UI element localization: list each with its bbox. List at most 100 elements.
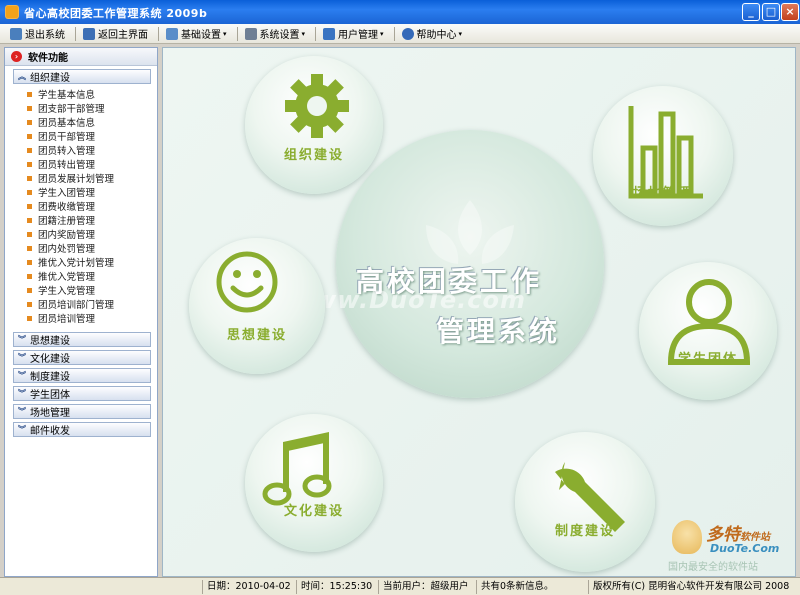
toolbar-separator <box>393 26 395 41</box>
status-time: 时间：15:25:30 <box>296 580 376 594</box>
bar-chart-icon <box>628 106 703 199</box>
sidebar-item[interactable]: 团支部干部管理 <box>27 101 157 115</box>
sidebar-item[interactable]: 学生基本信息 <box>27 87 157 101</box>
toolbar-separator <box>75 26 76 41</box>
sidebar-item[interactable]: 推优入党计划管理 <box>27 255 157 269</box>
help-center-menu[interactable]: 帮助中心 ▾ <box>398 25 467 43</box>
system-title-line2: 管理系统 <box>436 315 561 348</box>
module-culture-label: 文化建设 <box>283 504 344 519</box>
bullet-icon <box>27 231 32 237</box>
chevron-down-icon: ︾ <box>18 407 26 416</box>
sidebar: › 软件功能 ︽ 组织建设 学生基本信息 团支部干部管理 团员基本信息 团员干部管理团… <box>4 47 158 577</box>
status-user: 当前用户：超级用户 <box>378 580 473 594</box>
sidebar-group[interactable]: ︾ 文化建设 <box>13 350 151 365</box>
minimize-button[interactable]: _ <box>742 3 760 21</box>
sidebar-item[interactable]: 团员基本信息 <box>27 115 157 129</box>
module-system-button[interactable]: 制度建设 <box>515 432 655 572</box>
sidebar-item[interactable]: 团内奖励管理 <box>27 227 157 241</box>
toolbar-separator <box>315 26 317 41</box>
status-copyright: 版权所有(C) 昆明省心软件开发有限公司 2008 <box>588 580 793 594</box>
bullet-icon <box>27 91 32 97</box>
sidebar-item[interactable]: 团员发展计划管理 <box>27 171 157 185</box>
bullet-icon <box>27 217 32 223</box>
sidebar-group[interactable]: ︾ 思想建设 <box>13 332 151 347</box>
bullet-icon <box>27 133 32 139</box>
main-panel: 高校团委工作 管理系统 www.DuoTe.com 组织建设 场地管理 思想建设… <box>162 47 796 577</box>
sidebar-group[interactable]: ︾ 学生团体 <box>13 386 151 401</box>
module-thought-label: 思想建设 <box>226 328 287 343</box>
module-thought-button[interactable]: 思想建设 <box>189 238 325 374</box>
module-org-button[interactable]: 组织建设 <box>245 56 383 194</box>
music-note-icon <box>262 432 332 506</box>
status-date: 日期：2010-04-02 <box>202 580 295 594</box>
module-system-label: 制度建设 <box>554 524 615 539</box>
chevron-up-icon: ︽ <box>18 72 26 81</box>
bullet-icon <box>27 203 32 209</box>
toolbar-separator <box>236 26 238 41</box>
user-management-menu[interactable]: 用户管理 ▾ <box>319 25 388 43</box>
bullet-icon <box>27 175 32 181</box>
bullet-icon <box>27 273 32 279</box>
exit-icon <box>10 27 22 40</box>
sidebar-item[interactable]: 团籍注册管理 <box>27 213 157 227</box>
module-student-button[interactable]: 学生团体 <box>639 262 777 400</box>
bullet-icon <box>27 301 32 307</box>
sidebar-group[interactable]: ︾ 场地管理 <box>13 404 151 419</box>
chevron-down-icon: ▾ <box>223 29 227 38</box>
mascot-icon <box>672 520 702 554</box>
toolbar: 退出系统 返回主界面 基础设置 ▾ 系统设置 ▾ 用户管理 ▾ 帮助中心 ▾ <box>0 24 800 44</box>
sidebar-item[interactable]: 团内处罚管理 <box>27 241 157 255</box>
sidebar-group[interactable]: ︾ 邮件收发 <box>13 422 151 437</box>
status-bar: 日期：2010-04-02 时间：15:25:30 当前用户：超级用户 共有0条… <box>0 577 800 595</box>
module-org-label: 组织建设 <box>283 148 344 163</box>
help-icon <box>401 27 414 40</box>
app-icon <box>5 5 19 19</box>
maximize-button[interactable]: □ <box>762 3 780 21</box>
bullet-icon <box>27 189 32 195</box>
sidebar-group-org[interactable]: ︽ 组织建设 <box>13 69 151 84</box>
chevron-down-icon: ︾ <box>18 335 26 344</box>
site-logo: 多特软件站 DuoTe.Com 国内最安全的软件站 <box>668 518 796 574</box>
sidebar-group[interactable]: ︾ 制度建设 <box>13 368 151 383</box>
module-venue-button[interactable]: 场地管理 <box>593 86 733 226</box>
gear-icon <box>285 74 349 138</box>
sidebar-item[interactable]: 学生入党管理 <box>27 283 157 297</box>
chevron-down-icon: ︾ <box>18 389 26 398</box>
sidebar-item[interactable]: 学生入团管理 <box>27 185 157 199</box>
close-button[interactable]: × <box>781 3 799 21</box>
bullet-icon <box>27 119 32 125</box>
sidebar-item[interactable]: 团员培训管理 <box>27 311 157 325</box>
watermark: www.DuoTe.com <box>291 286 526 314</box>
chevron-right-icon: › <box>11 51 22 62</box>
window-title: 省心高校团委工作管理系统 2009b <box>24 7 208 20</box>
org-item-list: 学生基本信息 团支部干部管理 团员基本信息 团员干部管理 团员转入管理 团员转出管理 团员发… <box>5 84 157 329</box>
bullet-icon <box>27 287 32 293</box>
module-culture-button[interactable]: 文化建设 <box>245 414 383 552</box>
module-student-label: 学生团体 <box>677 352 738 367</box>
bullet-icon <box>27 105 32 111</box>
sidebar-item[interactable]: 团员转出管理 <box>27 157 157 171</box>
tools-icon <box>244 27 257 40</box>
sidebar-item[interactable]: 团员转入管理 <box>27 143 157 157</box>
bullet-icon <box>27 245 32 251</box>
basic-settings-menu[interactable]: 基础设置 ▾ <box>162 25 231 43</box>
sidebar-item[interactable]: 推优入党管理 <box>27 269 157 283</box>
smiley-icon <box>216 251 278 313</box>
sidebar-item[interactable]: 团员培训部门管理 <box>27 297 157 311</box>
home-button[interactable]: 返回主界面 <box>79 25 152 43</box>
bullet-icon <box>27 161 32 167</box>
sidebar-header: › 软件功能 <box>5 48 157 66</box>
wrench-icon <box>555 462 625 532</box>
user-icon <box>667 279 751 365</box>
sidebar-item[interactable]: 团费收缴管理 <box>27 199 157 213</box>
chevron-down-icon: ▾ <box>458 29 463 38</box>
status-messages: 共有0条新信息。 <box>476 580 558 594</box>
chevron-down-icon: ︾ <box>18 371 26 380</box>
system-settings-menu[interactable]: 系统设置 ▾ <box>241 25 310 43</box>
chevron-down-icon: ︾ <box>18 425 26 434</box>
title-bar: 省心高校团委工作管理系统 2009b _ □ × <box>0 0 800 24</box>
exit-system-button[interactable]: 退出系统 <box>6 25 69 43</box>
chevron-down-icon: ▾ <box>301 29 306 38</box>
module-venue-label: 场地管理 <box>632 186 693 201</box>
sidebar-item[interactable]: 团员干部管理 <box>27 129 157 143</box>
